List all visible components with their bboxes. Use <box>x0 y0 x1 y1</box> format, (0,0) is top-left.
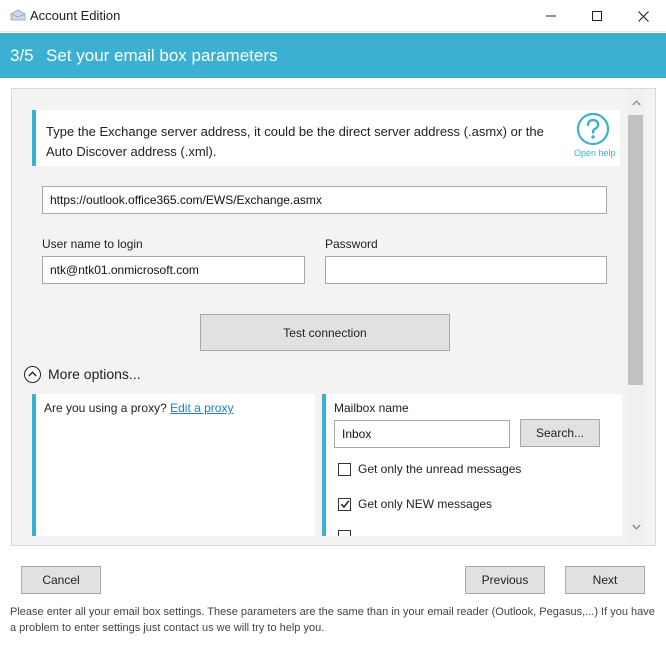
proxy-row: Are you using a proxy? Edit a proxy <box>44 401 233 415</box>
maximize-button[interactable] <box>574 0 620 32</box>
step-indicator: 3/5 <box>10 46 34 65</box>
hidden-option[interactable] <box>338 530 351 536</box>
minimize-icon <box>546 15 556 17</box>
unread-only-option[interactable]: Get only the unread messages <box>338 462 521 476</box>
mail-app-icon <box>10 9 26 21</box>
proxy-question: Are you using a proxy? <box>44 401 167 415</box>
cancel-button[interactable]: Cancel <box>21 566 101 594</box>
mailbox-name-input[interactable] <box>334 420 510 448</box>
step-header: 3/5 Set your email box parameters <box>0 33 666 78</box>
edit-proxy-link[interactable]: Edit a proxy <box>170 401 233 415</box>
window-title: Account Edition <box>30 8 121 23</box>
settings-panel: Type the Exchange server address, it cou… <box>11 88 656 546</box>
vertical-scrollbar[interactable] <box>627 89 645 545</box>
mailbox-panel: Mailbox name Search... Get only the unre… <box>322 394 622 536</box>
mailbox-search-button[interactable]: Search... <box>520 419 600 447</box>
new-only-label: Get only NEW messages <box>358 497 493 511</box>
username-input[interactable] <box>42 256 305 284</box>
username-label: User name to login <box>42 237 143 251</box>
info-text: Type the Exchange server address, it cou… <box>46 124 544 159</box>
more-options-label: More options... <box>48 366 141 382</box>
info-box: Type the Exchange server address, it cou… <box>32 110 620 166</box>
new-only-option[interactable]: Get only NEW messages <box>338 497 492 511</box>
maximize-icon <box>592 11 602 21</box>
close-icon <box>637 10 649 22</box>
open-help-link[interactable]: Open help <box>574 148 616 158</box>
mailbox-name-label: Mailbox name <box>334 401 409 415</box>
unread-only-label: Get only the unread messages <box>358 462 522 476</box>
close-button[interactable] <box>620 0 666 32</box>
server-address-input[interactable] <box>42 186 607 214</box>
test-connection-button[interactable]: Test connection <box>200 314 450 351</box>
next-button[interactable]: Next <box>565 566 645 594</box>
previous-button[interactable]: Previous <box>465 566 545 594</box>
footer-note: Please enter all your email box settings… <box>10 606 655 634</box>
new-only-checkbox[interactable] <box>338 497 351 511</box>
question-circle-icon[interactable] <box>576 112 610 146</box>
step-title: Set your email box parameters <box>46 46 278 65</box>
more-options-toggle[interactable]: More options... <box>24 364 141 384</box>
proxy-panel: Are you using a proxy? Edit a proxy <box>32 394 315 536</box>
scroll-up-arrow-icon[interactable] <box>627 97 645 109</box>
password-label: Password <box>325 237 378 251</box>
minimize-button[interactable] <box>528 0 574 32</box>
hidden-option-checkbox[interactable] <box>338 530 351 536</box>
scroll-thumb[interactable] <box>628 115 643 385</box>
password-input[interactable] <box>325 256 607 284</box>
chevron-up-circle-icon <box>24 365 41 383</box>
title-bar: Account Edition <box>0 0 666 32</box>
unread-only-checkbox[interactable] <box>338 462 351 476</box>
checkmark-icon <box>340 500 349 509</box>
scroll-down-arrow-icon[interactable] <box>627 521 645 533</box>
